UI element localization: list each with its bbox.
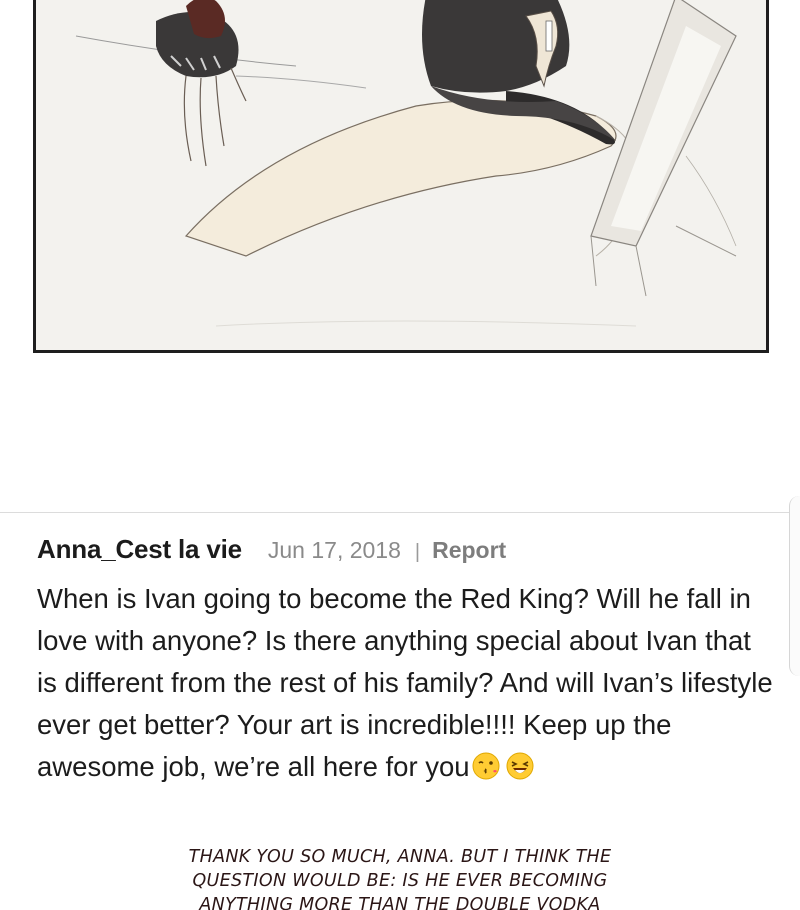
comment-author[interactable]: Anna_Cest la vie [37,534,242,565]
comment-body: When is Ivan going to become the Red Kin… [37,578,777,788]
laughing-face-icon [506,752,534,780]
author-reply: THANK YOU SO MUCH, ANNA. BUT I THINK THE… [160,845,640,910]
page: Anna_Cest la vie Jun 17, 2018 | Report W… [0,0,800,910]
comment-text: When is Ivan going to become the Red Kin… [37,583,773,782]
comic-illustration [75,0,737,327]
kissing-face-icon [472,752,500,780]
divider [0,512,790,513]
report-link[interactable]: Report [432,537,506,564]
reply-line: ANYTHING MORE THAN THE DOUBLE VODKA [199,895,601,910]
reply-line: THANK YOU SO MUCH, ANNA. BUT I THINK THE [188,847,612,867]
separator: | [414,541,421,563]
reply-line: QUESTION WOULD BE: IS HE EVER BECOMING [192,871,608,891]
comment: Anna_Cest la vie Jun 17, 2018 | Report W… [37,534,777,788]
comment-header: Anna_Cest la vie Jun 17, 2018 | Report [37,534,777,574]
scrollbar[interactable] [789,496,800,676]
comic-panel [33,0,769,353]
comment-date: Jun 17, 2018 [267,537,401,563]
